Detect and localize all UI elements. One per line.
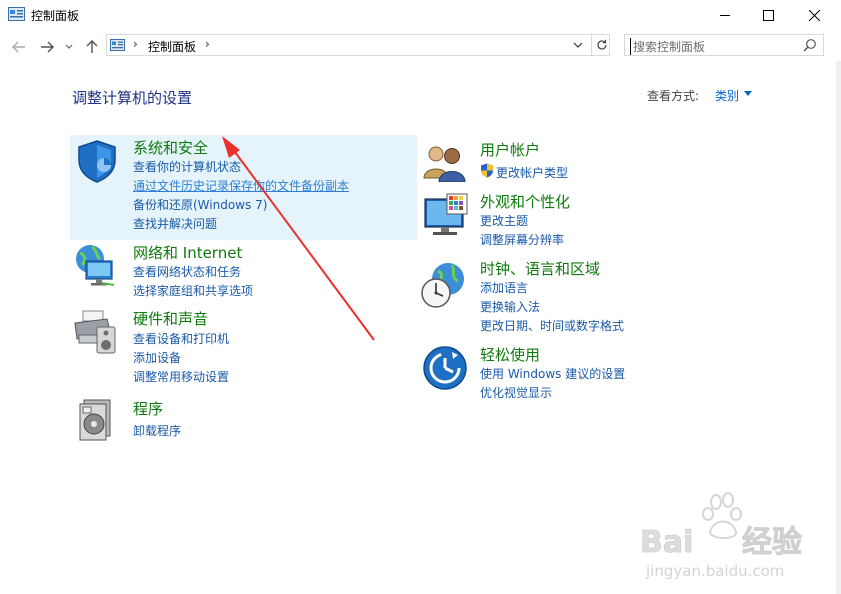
svg-text:经验: 经验 [742,525,802,560]
svg-text:Bai: Bai [640,525,693,560]
baidu-jingyan-watermark-logo: Bai 经验 jingyan.baidu.com [640,492,802,580]
watermark-url: jingyan.baidu.com [645,562,784,580]
